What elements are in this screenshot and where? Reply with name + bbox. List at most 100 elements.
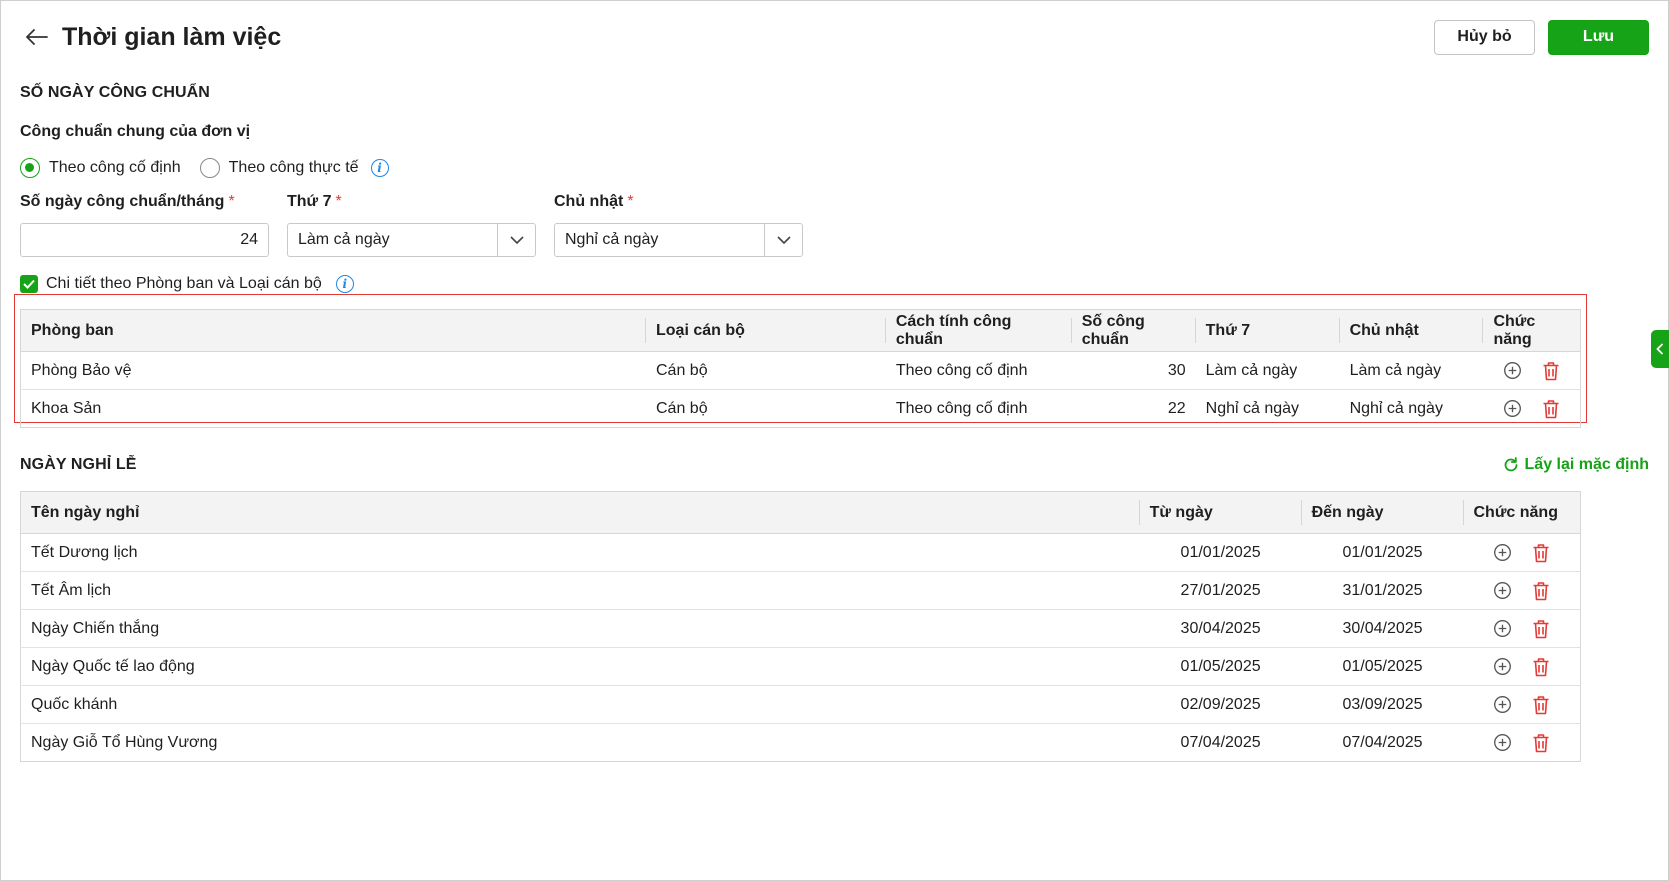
dept-col-header: Chức năng — [1483, 309, 1581, 352]
trash-icon[interactable] — [1531, 543, 1551, 563]
table-row: Ngày Chiến thắng 30/04/2025 30/04/2025 — [20, 609, 1581, 648]
table-cell: 01/01/2025 — [1301, 533, 1464, 572]
dept-col-header: Số công chuẩn — [1071, 309, 1196, 352]
holiday-table-header: Tên ngày nghỉ Từ ngày Đến ngày Chức năng — [20, 491, 1581, 534]
standard-section-title: SỐ NGÀY CÔNG CHUẨN — [20, 84, 210, 101]
dept-col-header: Phòng ban — [20, 309, 646, 352]
table-cell: Làm cả ngày — [1195, 351, 1340, 390]
table-row: Phòng Bảo vệ Cán bộ Theo công cố định 30 Làm… — [20, 351, 1581, 390]
actions-cell — [1463, 571, 1581, 610]
dept-col-header: Loại cán bộ — [646, 309, 886, 352]
reset-default-button[interactable]: Lấy lại mặc định — [1503, 456, 1649, 474]
plus-circle-icon[interactable] — [1493, 581, 1513, 601]
table-cell: Nghỉ cả ngày — [1349, 399, 1443, 417]
table-cell: 22 — [1167, 399, 1186, 417]
table-row: Quốc khánh 02/09/2025 03/09/2025 — [20, 685, 1581, 724]
required-mark: * — [228, 193, 235, 210]
row-actions — [1474, 695, 1571, 715]
sunday-label: Chủ nhật * — [554, 193, 634, 211]
table-cell: Phòng Bảo vệ — [20, 351, 646, 390]
saturday-label: Thứ 7 * — [287, 193, 342, 211]
actions-cell — [1483, 351, 1581, 390]
table-cell: Ngày Chiến thắng — [20, 609, 1140, 648]
detail-checkbox-label: Chi tiết theo Phòng ban và Loại cán bộ — [46, 275, 322, 292]
table-cell: Nghỉ cả ngày — [1205, 399, 1300, 417]
table-cell: 27/01/2025 — [1139, 571, 1302, 610]
trash-icon[interactable] — [1531, 733, 1551, 753]
days-input[interactable]: 24 — [20, 223, 269, 257]
table-cell: 30/04/2025 — [1139, 609, 1302, 648]
plus-circle-icon[interactable] — [1493, 543, 1513, 563]
holiday-col-header: Từ ngày — [1139, 491, 1302, 534]
table-cell: Cán bộ — [646, 351, 886, 390]
dept-col-header: Chủ nhật — [1339, 309, 1484, 352]
trash-icon[interactable] — [1531, 657, 1551, 677]
row-actions — [1474, 733, 1571, 753]
info-icon[interactable]: i — [335, 275, 354, 293]
trash-icon[interactable] — [1531, 619, 1551, 639]
radio-fixed-indicator[interactable] — [20, 158, 40, 178]
row-actions — [1474, 543, 1571, 563]
row-actions — [1474, 657, 1571, 677]
table-cell: 01/05/2025 — [1139, 647, 1302, 686]
plus-circle-icon[interactable] — [1493, 657, 1513, 677]
page-title: Thời gian làm việc — [62, 22, 282, 51]
side-panel-toggle[interactable] — [1651, 330, 1669, 368]
table-cell: 30/04/2025 — [1301, 609, 1464, 648]
plus-circle-icon[interactable] — [1493, 619, 1513, 639]
table-row: Ngày Giỗ Tổ Hùng Vương 07/04/2025 07/04/20… — [21, 724, 1581, 762]
table-cell: 31/01/2025 — [1301, 571, 1464, 610]
method-radio-group: Theo công cố định Theo công thực tế i — [20, 157, 389, 179]
table-cell: Cán bộ — [656, 399, 708, 417]
saturday-label-text: Thứ 7 — [287, 193, 332, 210]
holiday-col-header: Đến ngày — [1301, 491, 1464, 534]
plus-circle-icon[interactable] — [1503, 399, 1523, 419]
table-cell: Ngày Quốc tế lao động — [20, 647, 1140, 686]
actions-cell — [1464, 724, 1581, 762]
detail-checkbox[interactable] — [20, 275, 38, 293]
dept-col-header: Thứ 7 — [1195, 309, 1340, 352]
row-actions — [1474, 619, 1571, 639]
refresh-icon — [1504, 457, 1517, 472]
radio-actual-indicator[interactable] — [199, 158, 220, 178]
dept-table-header: Phòng ban Loại cán bộ Cách tính công chu… — [20, 309, 1581, 352]
trash-icon[interactable] — [1541, 399, 1561, 419]
radio-actual[interactable]: Theo công thực tế — [199, 158, 359, 178]
required-mark: * — [335, 193, 342, 210]
radio-fixed-label: Theo công cố định — [49, 159, 181, 176]
plus-circle-icon[interactable] — [1493, 695, 1513, 715]
actions-cell — [1463, 647, 1581, 686]
table-row: Ngày Quốc tế lao động 01/05/2025 01/05/202… — [20, 647, 1581, 686]
table-cell: 07/04/2025 — [1342, 733, 1423, 751]
actions-cell — [1483, 390, 1580, 428]
radio-actual-label: Theo công thực tế — [228, 159, 359, 176]
reset-default-label: Lấy lại mặc định — [1524, 456, 1649, 473]
chevron-left-icon — [1656, 343, 1664, 355]
check-icon — [23, 279, 35, 289]
plus-circle-icon[interactable] — [1493, 733, 1513, 753]
table-cell: Làm cả ngày — [1339, 351, 1484, 390]
plus-circle-icon[interactable] — [1503, 361, 1523, 381]
holiday-col-header: Tên ngày nghỉ — [20, 491, 1140, 534]
chevron-down-icon[interactable] — [497, 224, 535, 256]
trash-icon[interactable] — [1541, 361, 1561, 381]
table-cell: Theo công cố định — [885, 351, 1072, 390]
table-cell: 30 — [1071, 351, 1196, 390]
table-cell: 07/04/2025 — [1180, 733, 1261, 751]
saturday-select[interactable]: Làm cả ngày — [287, 223, 536, 257]
info-icon[interactable]: i — [370, 159, 389, 177]
sunday-select[interactable]: Nghỉ cả ngày — [554, 223, 803, 257]
arrow-left-icon — [26, 29, 48, 45]
actions-cell — [1463, 609, 1581, 648]
table-cell: Tết Dương lịch — [20, 533, 1140, 572]
cancel-button[interactable]: Hủy bỏ — [1434, 19, 1535, 55]
table-row: Tết Dương lịch 01/01/2025 01/01/2025 — [20, 533, 1581, 572]
chevron-down-icon[interactable] — [764, 224, 802, 256]
back-button[interactable] — [20, 20, 54, 54]
trash-icon[interactable] — [1531, 695, 1551, 715]
radio-fixed[interactable]: Theo công cố định — [20, 158, 181, 178]
holidays-section-title: NGÀY NGHỈ LỄ — [20, 456, 137, 473]
trash-icon[interactable] — [1531, 581, 1551, 601]
holiday-col-header: Chức năng — [1463, 491, 1581, 534]
save-button[interactable]: Lưu — [1548, 19, 1649, 55]
